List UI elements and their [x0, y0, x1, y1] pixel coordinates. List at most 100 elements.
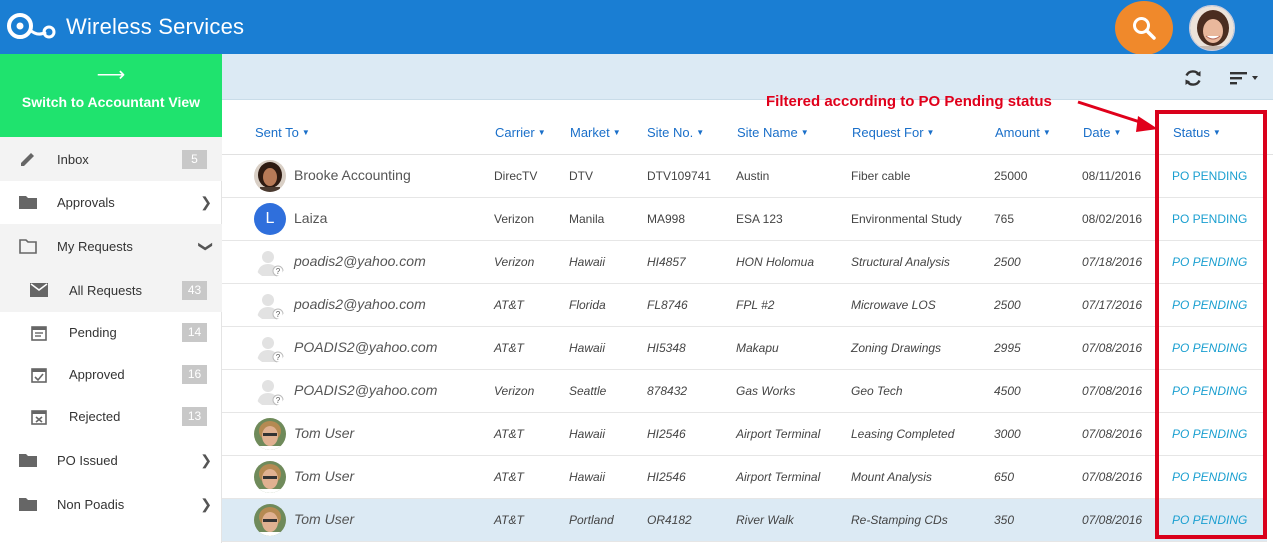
sidebar-item-label: Rejected — [69, 408, 121, 424]
column-header-carrier[interactable]: Carrier ▼ — [495, 125, 546, 140]
sidebar-item-label: Non Poadis — [57, 496, 125, 512]
carrier: AT&T — [494, 470, 524, 484]
site-no: OR4182 — [647, 513, 692, 527]
sidebar-item-po-issued[interactable]: PO Issued ❯ — [0, 438, 222, 482]
site-no: MA998 — [647, 212, 686, 226]
unknown-user-icon: ? — [254, 332, 286, 364]
market: Hawaii — [569, 470, 606, 484]
column-label: Site Name — [737, 125, 798, 140]
table-row[interactable]: Tom User AT&T Hawaii HI2546 Airport Term… — [222, 456, 1267, 499]
column-header-request-for[interactable]: Request For ▼ — [852, 125, 934, 140]
table-row[interactable]: ? POADIS2@yahoo.com Verizon Seattle 8784… — [222, 370, 1267, 413]
table-row[interactable]: ? poadis2@yahoo.com Verizon Hawaii HI485… — [222, 241, 1267, 284]
amount: 25000 — [994, 169, 1028, 183]
sent-to: Tom User — [294, 511, 355, 527]
requests-table: Sent To ▼ Carrier ▼ Market ▼ Site No. ▼ Site… — [222, 100, 1273, 543]
column-header-sent-to[interactable]: Sent To ▼ — [255, 125, 310, 140]
site-name: Gas Works — [736, 384, 796, 398]
sidebar-item-approved[interactable]: Approved 16 — [0, 352, 222, 396]
column-header-site-name[interactable]: Site Name ▼ — [737, 125, 809, 140]
chevron-right-icon: ❯ — [200, 451, 212, 468]
site-name: FPL #2 — [736, 298, 775, 312]
count-badge: 43 — [182, 280, 207, 300]
table-row-selected[interactable]: Tom User AT&T Portland OR4182 River Walk… — [222, 499, 1267, 542]
arrow-right-icon: ⟶ — [96, 64, 126, 86]
switch-view-label: Switch to Accountant View — [21, 94, 201, 110]
site-name: Airport Terminal — [736, 470, 821, 484]
date: 07/08/2016 — [1082, 427, 1143, 441]
svg-text:?: ? — [276, 396, 281, 405]
status-highlight-box — [1155, 110, 1267, 539]
amount: 2995 — [994, 341, 1021, 355]
avatar — [254, 418, 286, 450]
count-badge: 14 — [182, 322, 207, 342]
table-row[interactable]: Brooke Accounting DirecTV DTV DTV109741 … — [222, 155, 1267, 198]
search-button[interactable] — [1115, 1, 1173, 55]
market: Hawaii — [569, 427, 606, 441]
calendar-icon — [29, 322, 49, 342]
column-header-market[interactable]: Market ▼ — [570, 125, 621, 140]
svg-text:?: ? — [276, 353, 281, 362]
site-no: HI4857 — [647, 255, 686, 269]
column-header-site-no[interactable]: Site No. ▼ — [647, 125, 704, 140]
count-badge: 13 — [182, 406, 207, 426]
user-avatar[interactable] — [1189, 5, 1235, 51]
mail-icon — [29, 280, 49, 300]
column-label: Site No. — [647, 125, 694, 140]
amount: 4500 — [994, 384, 1021, 398]
sidebar-item-rejected[interactable]: Rejected 13 — [0, 394, 222, 438]
sidebar-item-approvals[interactable]: Approvals ❯ — [0, 180, 222, 224]
date: 07/08/2016 — [1082, 341, 1143, 355]
sidebar-item-my-requests[interactable]: My Requests ❯ — [0, 224, 222, 268]
column-header-amount[interactable]: Amount ▼ — [995, 125, 1051, 140]
amount: 2500 — [994, 255, 1021, 269]
annotation-text: Filtered according to PO Pending status — [766, 93, 1052, 110]
site-no: FL8746 — [647, 298, 688, 312]
sidebar-item-all-requests[interactable]: All Requests 43 — [0, 268, 222, 312]
request-for: Leasing Completed — [851, 427, 955, 441]
caret-down-icon: ▼ — [800, 128, 809, 137]
switch-view-button[interactable]: ⟶ Switch to Accountant View — [0, 54, 222, 137]
sidebar-item-inbox[interactable]: Inbox 5 — [0, 137, 222, 181]
refresh-icon[interactable] — [1182, 67, 1204, 89]
request-for: Geo Tech — [851, 384, 903, 398]
carrier: AT&T — [494, 298, 524, 312]
date: 07/08/2016 — [1082, 513, 1143, 527]
caret-down-icon: ▼ — [301, 128, 310, 137]
count-badge: 5 — [182, 149, 207, 169]
table-row[interactable]: ? poadis2@yahoo.com AT&T Florida FL8746 … — [222, 284, 1267, 327]
chevron-right-icon: ❯ — [200, 495, 212, 512]
unknown-user-icon: ? — [254, 289, 286, 321]
chevron-down-icon: ❯ — [198, 240, 215, 252]
sent-to: Tom User — [294, 468, 355, 484]
amount: 3000 — [994, 427, 1021, 441]
sent-to: poadis2@yahoo.com — [294, 253, 426, 269]
market: Florida — [569, 298, 606, 312]
sidebar-item-non-poadis[interactable]: Non Poadis ❯ — [0, 482, 222, 526]
sidebar-item-label: Approvals — [57, 194, 115, 210]
site-name: HON Holomua — [736, 255, 815, 269]
app-title: Wireless Services — [66, 14, 245, 39]
sent-to: Laiza — [294, 210, 328, 226]
sidebar-item-label: All Requests — [69, 282, 142, 298]
amount: 2500 — [994, 298, 1021, 312]
site-name: River Walk — [736, 513, 794, 527]
sort-menu-icon[interactable] — [1228, 67, 1260, 89]
avatar — [254, 461, 286, 493]
table-row[interactable]: Tom User AT&T Hawaii HI2546 Airport Term… — [222, 413, 1267, 456]
top-bar: Wireless Services — [0, 0, 1273, 55]
request-for: Zoning Drawings — [851, 341, 942, 355]
table-row[interactable]: ? POADIS2@yahoo.com AT&T Hawaii HI5348 M… — [222, 327, 1267, 370]
carrier: AT&T — [494, 341, 524, 355]
site-no: DTV109741 — [647, 169, 712, 183]
app-logo-icon[interactable] — [6, 9, 56, 43]
svg-text:?: ? — [276, 267, 281, 276]
table-row[interactable]: L Laiza Verizon Manila MA998 ESA 123 Env… — [222, 198, 1267, 241]
site-name: Makapu — [736, 341, 779, 355]
carrier: Verizon — [494, 255, 535, 269]
sidebar-item-pending[interactable]: Pending 14 — [0, 310, 222, 354]
carrier: Verizon — [494, 384, 535, 398]
market: DTV — [569, 169, 593, 183]
svg-text:?: ? — [276, 310, 281, 319]
column-label: Amount — [995, 125, 1040, 140]
